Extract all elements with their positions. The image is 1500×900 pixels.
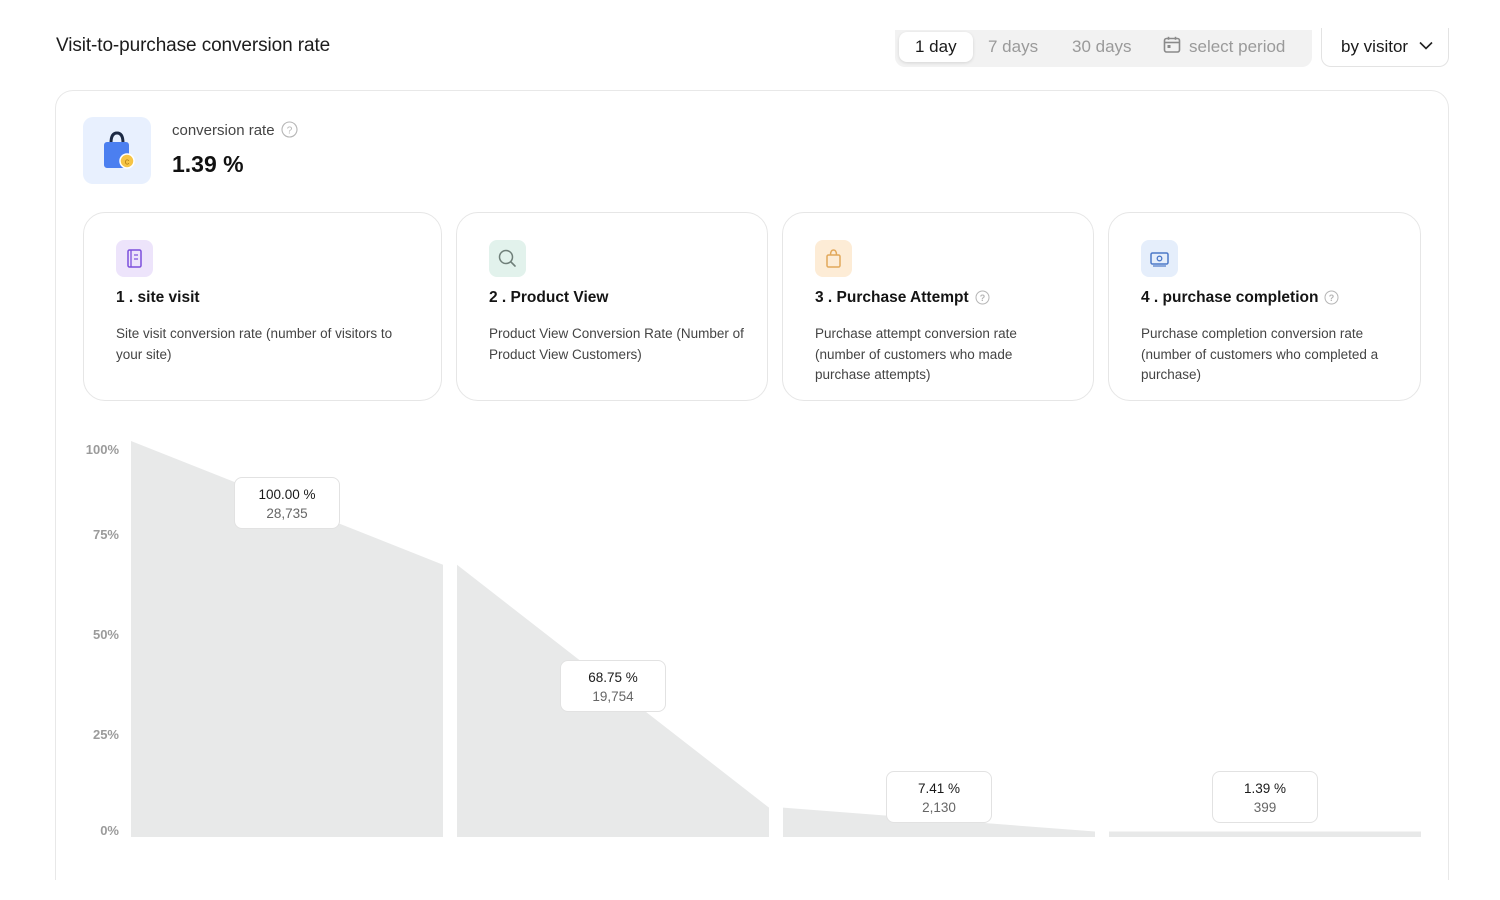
value-label-count: 2,130 [922,800,956,815]
value-label-percent: 68.75 % [588,670,638,686]
period-30-days-button[interactable]: 30 days [1072,32,1132,62]
value-label-percent: 7.41 % [917,781,961,796]
help-icon[interactable]: ? [975,290,990,305]
help-icon[interactable]: ? [281,121,298,138]
period-7-days-button[interactable]: 7 days [988,32,1038,62]
chevron-down-icon [1419,41,1433,50]
svg-text:c: c [125,157,130,167]
calendar-icon [1163,36,1181,53]
stage-description: Site visit conversion rate (number of vi… [116,326,393,362]
shopping-bag-icon [815,240,852,277]
stage-card-product-view[interactable]: 2 . Product View Product View Conversion… [456,212,768,401]
kpi-value: 1.39 % [172,151,244,177]
search-icon [489,240,526,277]
kpi-label: conversion rate? [172,121,298,139]
value-label-count: 28,735 [266,505,308,521]
value-label: 100.00 % 28,735 [234,476,340,529]
stage-title: 2 . Product View [489,289,609,306]
stage-description: Purchase attempt conversion rate (number… [815,326,1017,382]
page-title: Visit-to-purchase conversion rate [56,35,331,56]
visitor-dropdown[interactable]: by visitor [1321,28,1449,67]
select-period-label: select period [1189,37,1286,56]
value-label-percent: 100.00 % [258,486,316,502]
stage-title: 3 . Purchase Attempt? [815,289,990,307]
svg-text:?: ? [286,125,292,136]
stage-title: 4 . purchase completion? [1141,289,1339,307]
shopping-bag-coin-icon: c [83,117,151,184]
period-selector: 1 day 7 days 30 days select period [895,30,1312,67]
value-label: 7.41 % 2,130 [886,771,992,823]
visitor-dropdown-label: by visitor [1341,37,1409,56]
stage-description: Purchase completion conversion rate (num… [1141,326,1379,382]
document-icon [116,240,153,277]
value-label-count: 399 [1253,800,1277,815]
svg-text:?: ? [1329,293,1335,303]
value-label: 1.39 % 399 [1212,771,1318,823]
stage-card-site-visit[interactable]: 1 . site visit Site visit conversion rat… [83,212,442,401]
help-icon[interactable]: ? [1324,290,1339,305]
value-label-count: 19,754 [592,689,634,705]
cash-icon [1141,240,1178,277]
value-label-percent: 1.39 % [1243,781,1287,796]
value-label: 68.75 % 19,754 [560,660,666,713]
stage-card-purchase-completion[interactable]: 4 . purchase completion? Purchase comple… [1108,212,1421,401]
stage-card-purchase-attempt[interactable]: 3 . Purchase Attempt? Purchase attempt c… [782,212,1094,401]
select-period-button[interactable]: select period [1163,32,1285,62]
period-1-day-button[interactable]: 1 day [899,32,973,62]
stage-description: Product View Conversion Rate (Number of … [489,326,744,362]
svg-text:?: ? [979,293,985,303]
stage-title: 1 . site visit [116,289,200,306]
